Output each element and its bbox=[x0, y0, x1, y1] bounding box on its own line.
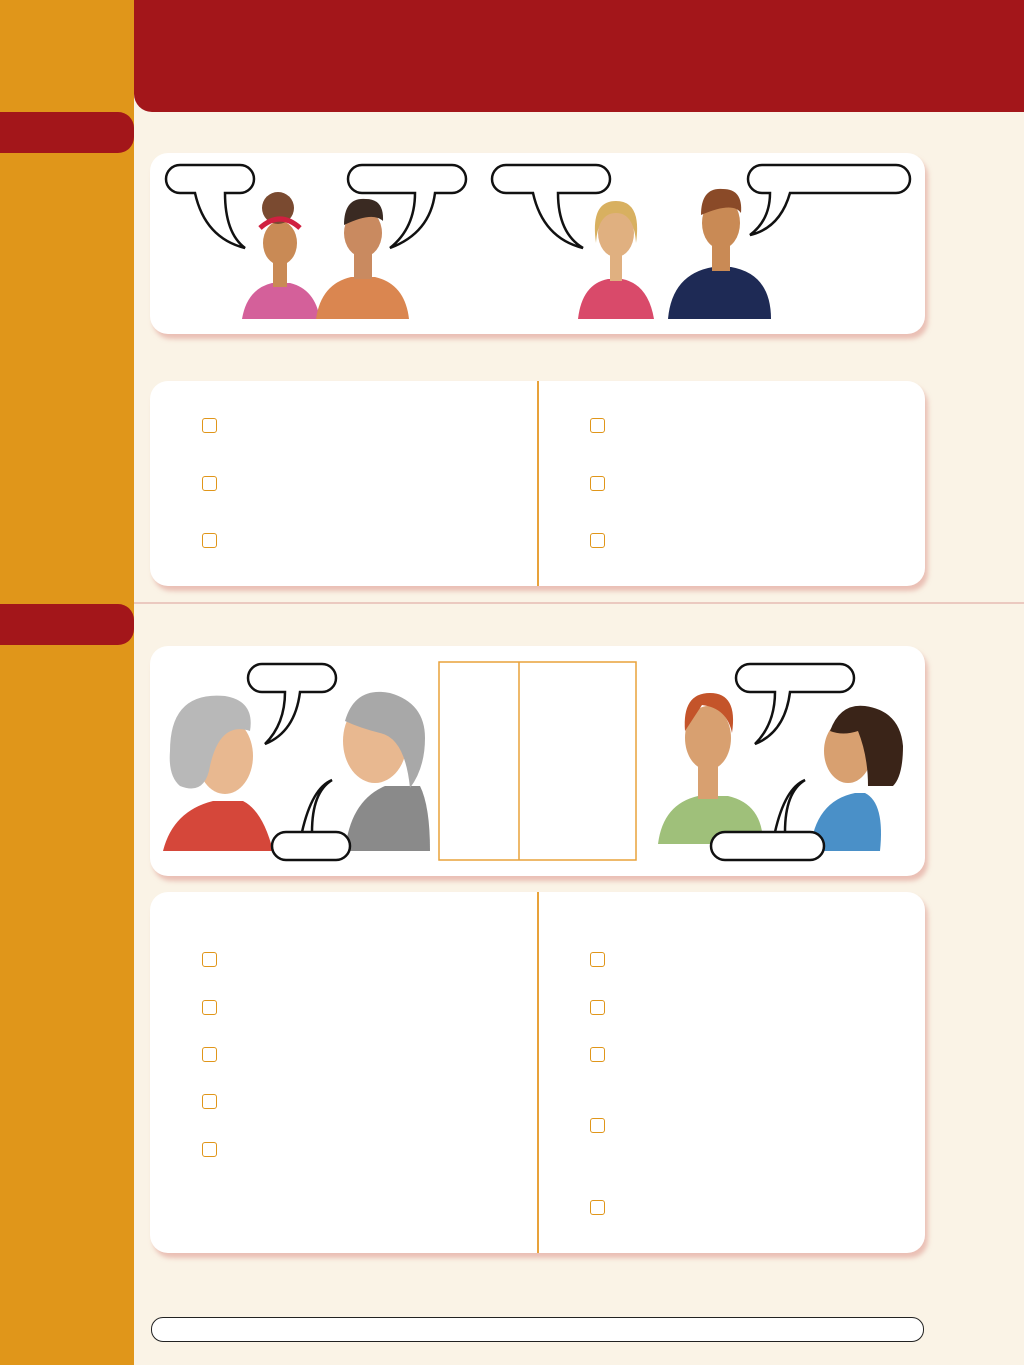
illustration-card-2 bbox=[150, 646, 925, 876]
checkbox[interactable] bbox=[590, 1118, 605, 1133]
checklist-card-1 bbox=[150, 381, 925, 586]
person-icon bbox=[658, 693, 763, 844]
checkbox[interactable] bbox=[590, 418, 605, 433]
checkbox[interactable] bbox=[590, 1047, 605, 1062]
checkbox[interactable] bbox=[202, 533, 217, 548]
checkbox[interactable] bbox=[202, 952, 217, 967]
person-icon bbox=[242, 192, 320, 319]
page-header bbox=[134, 0, 1024, 112]
illustration-people-1 bbox=[164, 163, 912, 319]
speech-bubble-icon bbox=[490, 163, 612, 250]
checkbox[interactable] bbox=[202, 1000, 217, 1015]
person-icon bbox=[343, 691, 430, 851]
checkbox[interactable] bbox=[590, 1200, 605, 1215]
person-icon bbox=[316, 198, 409, 319]
person-icon bbox=[810, 705, 903, 851]
illustration-card-1 bbox=[150, 153, 925, 334]
checkbox[interactable] bbox=[202, 1094, 217, 1109]
answer-box bbox=[438, 661, 637, 861]
checkbox[interactable] bbox=[590, 533, 605, 548]
checkbox[interactable] bbox=[202, 476, 217, 491]
speech-bubble-icon bbox=[246, 662, 338, 746]
column-divider bbox=[537, 892, 539, 1253]
checkbox[interactable] bbox=[202, 418, 217, 433]
footer-bar bbox=[151, 1317, 924, 1342]
section-1-tab bbox=[0, 112, 134, 153]
illustration-people-2 bbox=[163, 661, 903, 862]
section-2-tab bbox=[0, 604, 134, 645]
checkbox[interactable] bbox=[590, 476, 605, 491]
checklist-card-2 bbox=[150, 892, 925, 1253]
speech-bubble-icon bbox=[746, 163, 912, 237]
person-icon bbox=[578, 201, 654, 319]
checkbox[interactable] bbox=[202, 1142, 217, 1157]
checkbox[interactable] bbox=[590, 1000, 605, 1015]
person-icon bbox=[163, 695, 273, 851]
column-divider bbox=[537, 381, 539, 586]
checkbox[interactable] bbox=[202, 1047, 217, 1062]
person-icon bbox=[668, 188, 771, 319]
speech-bubble-icon bbox=[164, 163, 256, 250]
section-divider bbox=[134, 602, 1024, 604]
sidebar-strip bbox=[0, 0, 134, 1365]
checkbox[interactable] bbox=[590, 952, 605, 967]
speech-bubble-icon bbox=[270, 778, 352, 862]
